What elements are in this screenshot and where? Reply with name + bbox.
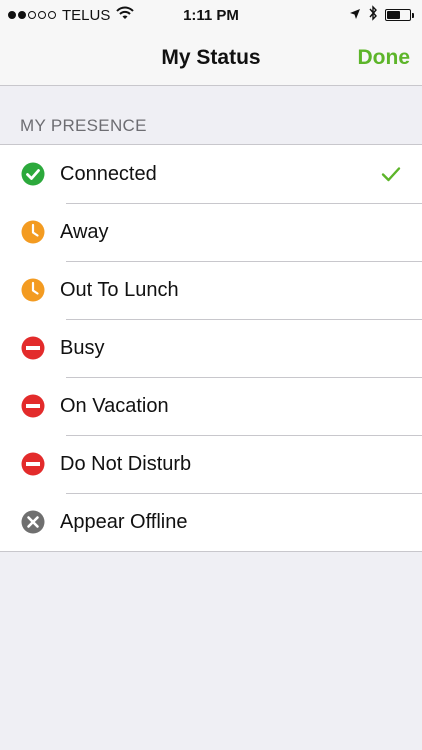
presence-option-label: Do Not Disturb xyxy=(60,452,192,475)
signal-dot xyxy=(18,11,26,19)
presence-option-away[interactable]: Away xyxy=(0,203,422,261)
battery-fill xyxy=(387,11,401,19)
no-entry-icon xyxy=(21,452,45,476)
no-entry-icon xyxy=(21,394,45,418)
done-button[interactable]: Done xyxy=(358,30,411,86)
presence-option-out-to-lunch[interactable]: Out To Lunch xyxy=(0,261,422,319)
signal-dot xyxy=(28,11,36,19)
bluetooth-icon xyxy=(368,5,378,25)
clock-icon xyxy=(21,278,45,302)
battery-body xyxy=(385,9,411,21)
presence-option-label: Appear Offline xyxy=(60,510,188,533)
signal-dot xyxy=(38,11,46,19)
presence-option-label: Out To Lunch xyxy=(60,278,179,301)
signal-strength-icon xyxy=(8,11,56,19)
presence-option-label: Busy xyxy=(60,336,105,359)
wifi-icon xyxy=(116,6,135,24)
status-bar-left: TELUS xyxy=(8,6,135,24)
no-entry-icon xyxy=(21,336,45,360)
screen: TELUS 1:11 PM My Status Done MY PRESENCE… xyxy=(0,0,422,750)
battery-icon xyxy=(385,9,414,21)
presence-option-on-vacation[interactable]: On Vacation xyxy=(0,377,422,435)
battery-cap xyxy=(412,12,414,18)
presence-option-busy[interactable]: Busy xyxy=(0,319,422,377)
presence-option-label: Away xyxy=(60,220,109,243)
presence-option-do-not-disturb[interactable]: Do Not Disturb xyxy=(0,435,422,493)
section-header-my-presence: MY PRESENCE xyxy=(20,116,147,135)
status-bar: TELUS 1:11 PM xyxy=(0,0,422,30)
x-circle-icon xyxy=(21,510,45,534)
status-bar-right xyxy=(349,5,414,25)
navigation-bar: My Status Done xyxy=(0,30,422,86)
presence-list: Connected Away Out To Lunch Busy On Vacation… xyxy=(0,144,422,552)
presence-option-connected[interactable]: Connected xyxy=(0,145,422,203)
clock-icon xyxy=(21,220,45,244)
location-arrow-icon xyxy=(349,7,361,24)
presence-option-label: Connected xyxy=(60,162,157,185)
presence-option-label: On Vacation xyxy=(60,394,169,417)
signal-dot xyxy=(48,11,56,19)
carrier-name: TELUS xyxy=(62,6,111,24)
signal-dot xyxy=(8,11,16,19)
checkmark-icon xyxy=(380,163,402,185)
presence-option-appear-offline[interactable]: Appear Offline xyxy=(0,493,422,551)
check-circle-icon xyxy=(21,162,45,186)
